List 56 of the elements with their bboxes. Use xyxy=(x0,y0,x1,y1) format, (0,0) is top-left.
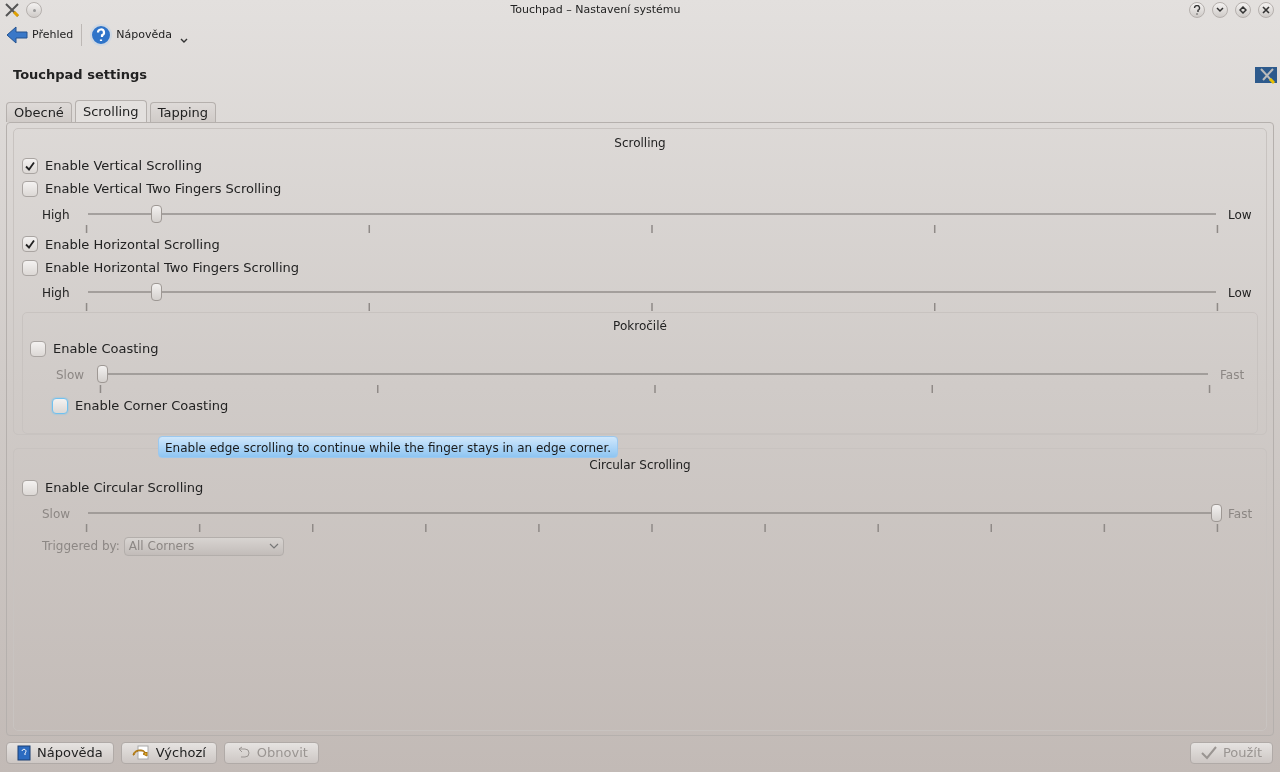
checkbox-label: Enable Horizontal Scrolling xyxy=(45,235,220,254)
undo-document-icon xyxy=(131,745,150,761)
minimize-button[interactable] xyxy=(1212,2,1228,18)
dialog-button[interactable]: Nápověda xyxy=(6,742,114,764)
slider-max-label: Low xyxy=(1228,285,1253,303)
group-title: Scrolling xyxy=(613,135,667,152)
chevron-down-icon xyxy=(1216,7,1224,13)
chevron-down-icon xyxy=(179,38,188,44)
arrow-left-icon xyxy=(6,26,28,44)
tooltip: Enable edge scrolling to continue while the finger stays in an edge corner. xyxy=(158,436,619,458)
slider-min-label: High xyxy=(42,206,71,224)
tab[interactable]: Scrolling xyxy=(74,100,147,122)
checkbox-label: Enable Vertical Scrolling xyxy=(45,156,202,175)
checkbox[interactable] xyxy=(30,340,46,357)
checkbox[interactable] xyxy=(22,157,38,174)
dialog-button[interactable]: Výchozí xyxy=(120,742,217,764)
diamond-icon xyxy=(1239,6,1247,14)
help-icon xyxy=(90,24,113,46)
checkbox[interactable] xyxy=(22,479,38,496)
slider-thumb[interactable] xyxy=(150,204,162,223)
group-title: Circular Scrolling xyxy=(588,457,692,474)
toolbar-button[interactable]: Přehled xyxy=(6,22,74,48)
slider-max-label: Low xyxy=(1228,206,1253,224)
close-icon xyxy=(1262,6,1270,14)
close-button[interactable] xyxy=(1258,2,1274,18)
slider-thumb[interactable] xyxy=(150,283,162,302)
tab[interactable]: Obecné xyxy=(6,102,72,122)
checkbox[interactable] xyxy=(22,259,38,276)
checkbox-label: Enable Horizontal Two Fingers Scrolling xyxy=(45,258,300,277)
chevron-down-icon xyxy=(268,543,279,549)
slider-max-label: Fast xyxy=(1228,506,1254,523)
help-book-icon xyxy=(17,745,31,761)
checkbox-label: Enable Vertical Two Fingers Scrolling xyxy=(45,180,282,199)
checkbox[interactable] xyxy=(22,236,38,253)
help-button[interactable] xyxy=(1189,2,1205,18)
checkbox-label: Enable Corner Coasting xyxy=(75,397,229,416)
checkbox[interactable] xyxy=(22,181,38,197)
checkbox[interactable] xyxy=(52,397,68,414)
slider-min-label: High xyxy=(42,285,71,303)
checkbox-label: Enable Coasting xyxy=(53,340,159,359)
slider-min-label: Slow xyxy=(42,506,72,523)
slider-min-label: Slow xyxy=(56,367,86,385)
checkbox-label: Enable Circular Scrolling xyxy=(45,478,204,497)
toolbar-button[interactable]: Nápověda xyxy=(90,22,188,48)
window-title: Touchpad – Nastavení systému xyxy=(509,1,682,18)
wrench-screwdriver-icon xyxy=(4,2,20,18)
question-icon xyxy=(1193,5,1201,15)
slider-max-label: Fast xyxy=(1220,367,1246,385)
page-heading: Touchpad settings xyxy=(13,66,147,84)
display-tools-icon xyxy=(1255,67,1277,85)
checkmark-icon xyxy=(1200,746,1217,760)
combo-label: Triggered by: xyxy=(42,538,120,555)
maximize-button[interactable] xyxy=(1235,2,1251,18)
group-title: Pokročilé xyxy=(612,318,668,336)
tab[interactable]: Tapping xyxy=(149,102,216,122)
sticky-button[interactable] xyxy=(26,2,42,18)
